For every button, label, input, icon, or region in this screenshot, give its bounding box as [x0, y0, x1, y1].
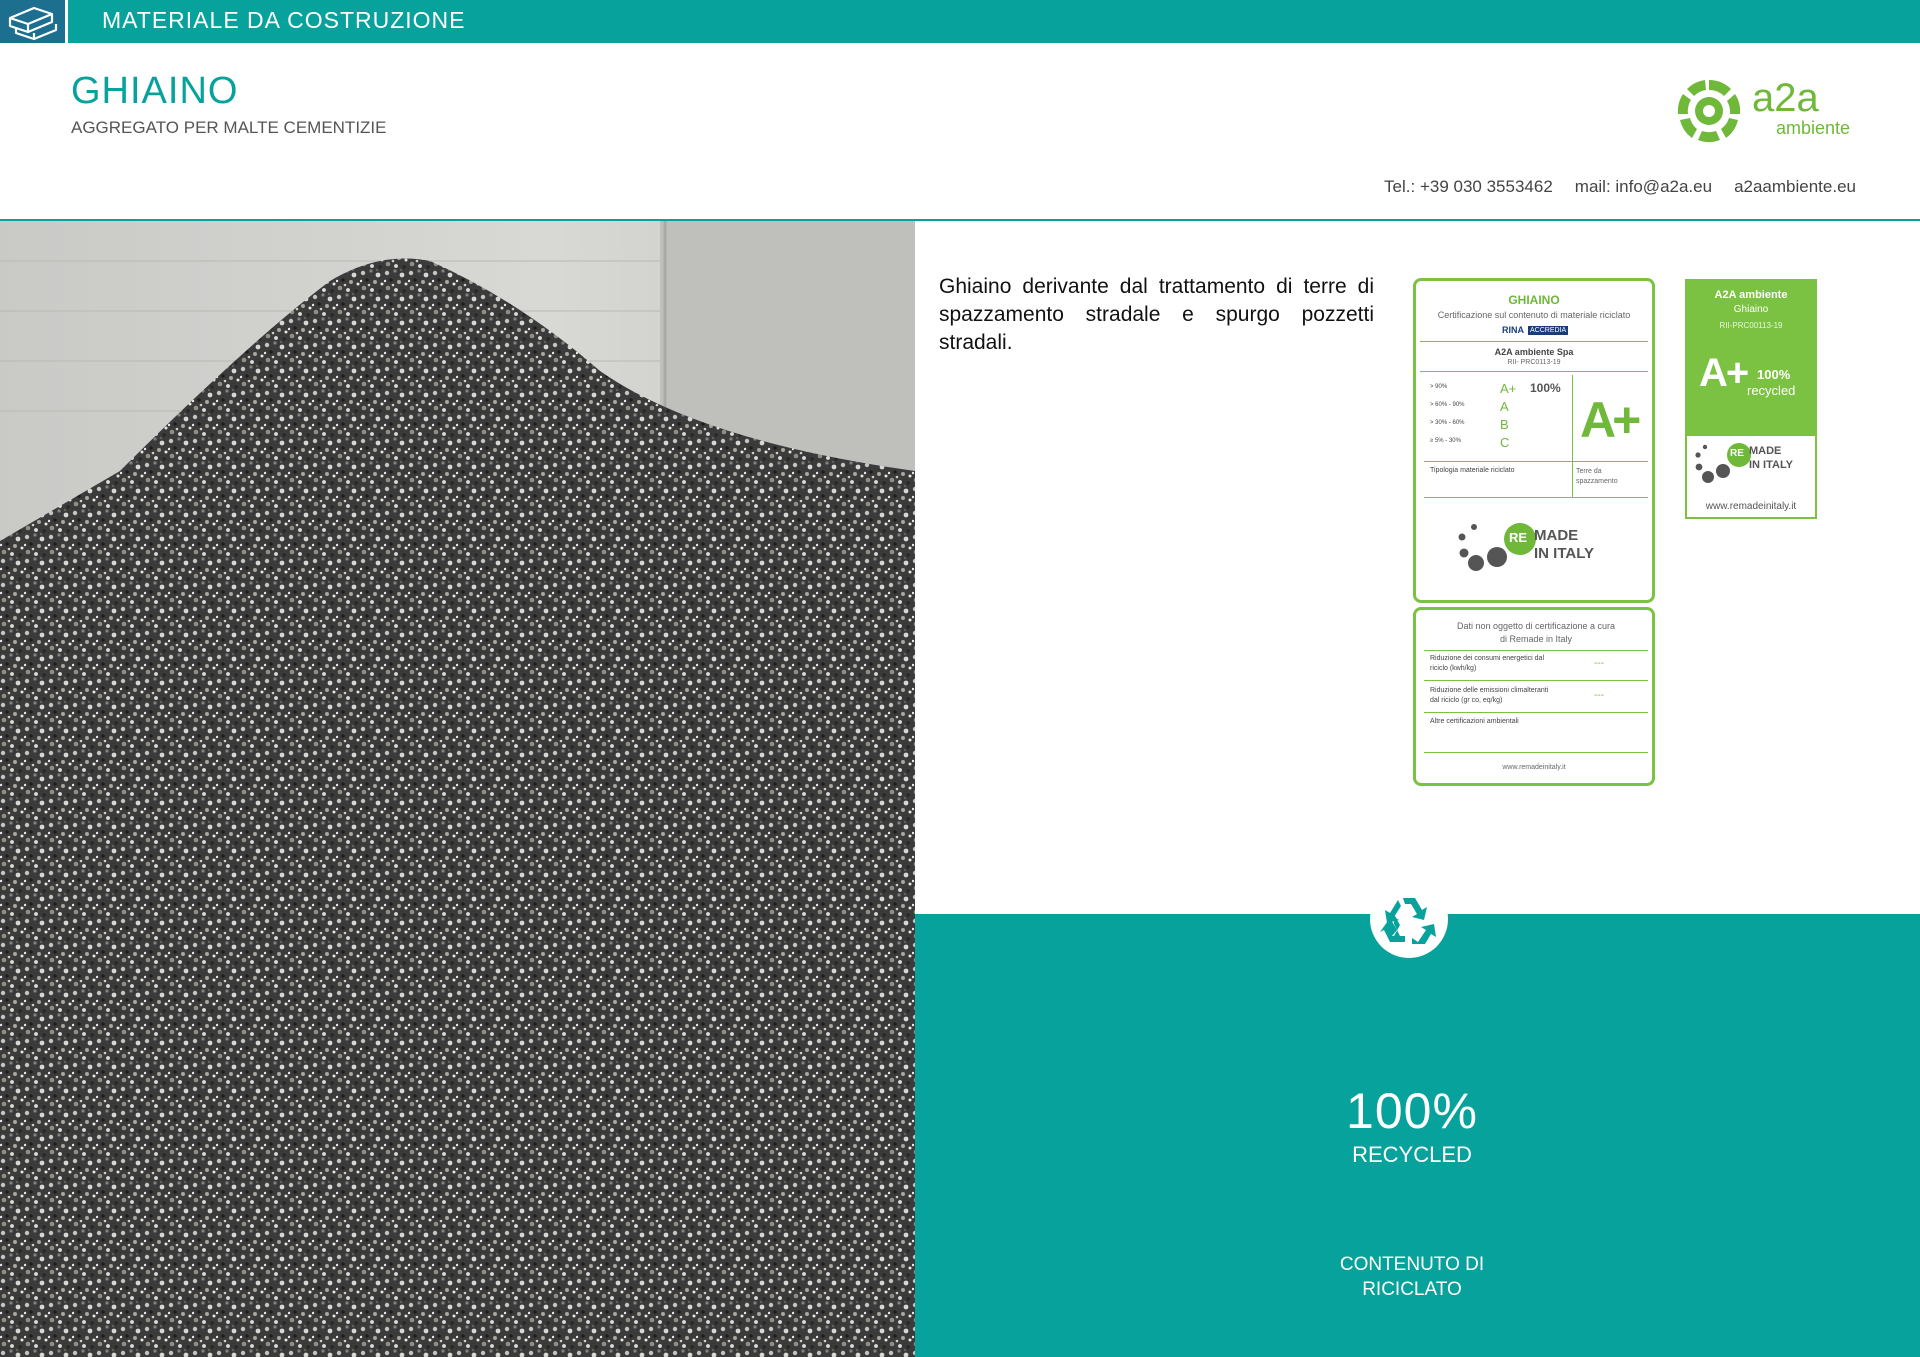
cert-divider-vertical — [1572, 375, 1573, 497]
cert-lower-rule-4 — [1424, 752, 1648, 753]
cert-material-label: Tipologia materiale riciclato — [1430, 467, 1515, 474]
cert-scale-row: > 60% - 90% A — [1430, 399, 1540, 417]
cert-lower-rule-2 — [1424, 680, 1648, 681]
cert-subtitle: Certificazione sul contenuto di material… — [1437, 310, 1631, 320]
cert-scale-grade: A+ — [1500, 381, 1517, 396]
bricks-icon — [8, 6, 58, 41]
badge-code: RII-PRC00113-19 — [1719, 321, 1783, 330]
recycled-content-line-1: CONTENUTO DI — [1339, 1254, 1485, 1275]
section-title: MATERIALE DA COSTRUZIONE — [102, 7, 466, 33]
cert-org-logos: RINA ACCREDIA — [1502, 325, 1569, 335]
cert-scale: > 90% A+ > 60% - 90% A > 30% - 60% B ≥ 5… — [1430, 381, 1540, 453]
badge-grade: A+ — [1699, 351, 1749, 395]
page-subtitle: AGGREGATO PER MALTE CEMENTIZIE — [71, 118, 387, 137]
bricks-icon-box — [0, 0, 68, 43]
remade-dots-icon — [1695, 444, 1730, 483]
remade-line2: IN ITALY — [1534, 545, 1595, 562]
remade-re: RE — [1509, 530, 1528, 545]
cert-scale-row: ≥ 5% - 30% C — [1430, 435, 1540, 453]
remade-line1: MADE — [1534, 527, 1579, 544]
cert-lower-row-value: --- — [1594, 690, 1604, 701]
gravel-photo — [0, 221, 915, 1357]
cert-lower-rule-3 — [1424, 712, 1648, 713]
a2a-logo-mark-icon — [1677, 79, 1741, 143]
page-title: GHIAINO — [71, 70, 239, 112]
recycled-label: RECYCLED — [1352, 1142, 1472, 1167]
cert-rule-2 — [1420, 371, 1648, 372]
cert-lower-url: www.remadeinitaly.it — [1502, 764, 1566, 771]
cert-lower-rule-1 — [1424, 650, 1648, 651]
cert-material-value: Terre da spazzamento — [1576, 468, 1618, 485]
remade-re: RE — [1730, 448, 1744, 459]
rina-logo: RINA — [1502, 325, 1524, 335]
remade-dots-icon — [1458, 524, 1507, 571]
badge-remade-logo: RE MADE IN ITALY — [1693, 441, 1813, 497]
cert-lower-row-label: Riduzione dei consumi energetici dal ric… — [1430, 655, 1545, 672]
certificate-extra-card: Dati non oggetto di certificazione a cur… — [1413, 607, 1655, 786]
cert-scale-row: > 90% A+ — [1430, 381, 1540, 399]
recycled-badge: A2A ambiente Ghiaino RII-PRC00113-19 A+ … — [1685, 279, 1817, 519]
a2a-logo: a2a ambiente — [1674, 76, 1864, 146]
cert-scale-row: > 30% - 60% B — [1430, 417, 1540, 435]
cert-rule-1 — [1420, 341, 1648, 342]
badge-recycled: recycled — [1747, 383, 1796, 398]
product-description: Ghiaino derivante dal trattamento di ter… — [939, 275, 1374, 354]
cert-lower-row-label: Riduzione delle emissioni climalteranti … — [1430, 687, 1549, 704]
contact-info: Tel.: +39 030 3553462 mail: info@a2a.eu … — [1384, 177, 1856, 197]
recycled-content-label: CONTENUTO DI RICICLATO — [1312, 1252, 1512, 1302]
contact-tel: Tel.: +39 030 3553462 — [1384, 177, 1553, 196]
cert-scale-range: > 60% - 90% — [1430, 402, 1465, 408]
cert-percent: 100% — [1530, 381, 1561, 395]
accredia-logo: ACCREDIA — [1528, 325, 1569, 335]
cert-title: GHIAINO — [1508, 293, 1560, 307]
cert-lower-title: Dati non oggetto di certificazione a cur… — [1456, 621, 1616, 644]
cert-scale-range: > 30% - 60% — [1430, 420, 1465, 426]
contact-web: a2aambiente.eu — [1734, 177, 1856, 196]
cert-scale-range: > 90% — [1430, 384, 1448, 390]
badge-url: www.remadeinitaly.it — [1705, 501, 1797, 512]
recycle-icon-circle — [1370, 880, 1448, 958]
badge-percent: 100% — [1757, 367, 1791, 382]
cert-lower-row-value: --- — [1594, 658, 1604, 669]
recycled-percent: 100% — [1346, 1083, 1478, 1139]
cert-lower-row-label: Altre certificazioni ambientali — [1430, 718, 1519, 725]
cert-big-grade: A+ — [1580, 392, 1641, 448]
cert-scale-grade: B — [1500, 417, 1509, 432]
certificate-card: GHIAINO Certificazione sul contenuto di … — [1413, 278, 1655, 603]
top-bar: MATERIALE DA COSTRUZIONE — [0, 0, 1920, 43]
logo-name: a2a — [1752, 76, 1819, 120]
cert-scale-range: ≥ 5% - 30% — [1430, 438, 1461, 444]
badge-top: A2A ambiente Ghiaino RII-PRC00113-19 A+ … — [1687, 281, 1815, 436]
contact-mail: mail: info@a2a.eu — [1574, 177, 1713, 196]
cert-scale-grade: C — [1500, 435, 1510, 450]
cert-code: RII- PRC0113-19 — [1507, 359, 1561, 366]
cert-scale-grade: A — [1500, 399, 1509, 414]
remade-line1: MADE — [1749, 445, 1782, 457]
badge-company: A2A ambiente — [1714, 289, 1788, 301]
logo-sub: ambiente — [1776, 118, 1851, 138]
badge-product: Ghiaino — [1733, 304, 1769, 315]
recycled-content-line-2: RICICLATO — [1362, 1279, 1462, 1300]
remade-line2: IN ITALY — [1749, 459, 1794, 471]
cert-company: A2A ambiente Spa — [1494, 347, 1574, 357]
cert-rule-3 — [1424, 461, 1648, 462]
cert-rule-4 — [1424, 497, 1648, 498]
recycle-icon — [1380, 898, 1436, 944]
remade-logo: RE MADE IN ITALY — [1454, 521, 1614, 591]
